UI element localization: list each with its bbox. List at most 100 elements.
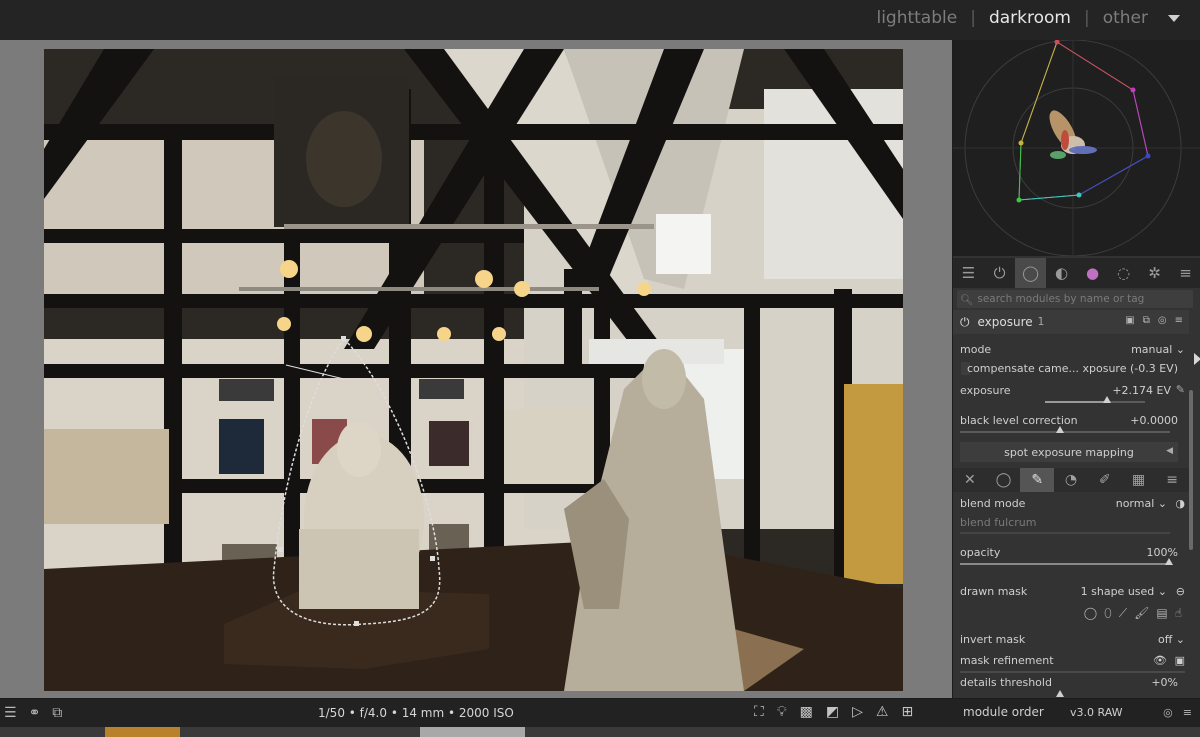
- brush-shape-icon[interactable]: 🖌︎: [1134, 606, 1149, 621]
- blend-fulcrum-slider[interactable]: blend fulcrum: [960, 516, 1185, 534]
- reset-icon[interactable]: ◎: [1158, 315, 1167, 326]
- right-panel-scrollbar[interactable]: [1189, 390, 1193, 550]
- blend-fulcrum-label: blend fulcrum: [960, 516, 1037, 529]
- mask-off-icon[interactable]: ✕: [953, 468, 987, 492]
- filmstrip-thumb[interactable]: [105, 727, 180, 737]
- exposure-slider[interactable]: exposure +2.174 EV ✎: [960, 383, 1185, 403]
- exposure-slider-handle[interactable]: [1103, 396, 1111, 403]
- black-level-handle[interactable]: [1056, 426, 1064, 433]
- right-panel: ☰ ⏻ ◯ ◐ ● ◌ ✲ ≡ 🔍︎ search modules by nam…: [952, 39, 1200, 698]
- black-level-track[interactable]: [960, 431, 1170, 433]
- view-darkroom[interactable]: darkroom: [987, 8, 1073, 28]
- mask-refinement-row[interactable]: mask refinement 👁︎ ▣: [960, 654, 1185, 673]
- raw-overexposed-icon[interactable]: ▩: [800, 704, 813, 720]
- edit-shapes-icon[interactable]: ☝︎: [1175, 606, 1182, 621]
- details-threshold-slider[interactable]: details threshold +0%: [960, 676, 1185, 697]
- parametric-mask-icon[interactable]: ◔: [1054, 468, 1088, 492]
- mode-row[interactable]: mode manual ⌄: [960, 343, 1185, 356]
- color-picker-icon[interactable]: ✎: [1176, 383, 1185, 396]
- opacity-slider[interactable]: opacity 100%: [960, 546, 1185, 565]
- exposure-value: +2.174 EV: [1112, 384, 1171, 397]
- module-power-icon[interactable]: ⏻: [960, 315, 970, 330]
- black-level-value: +0.0000: [1130, 414, 1178, 427]
- exposure-module-header[interactable]: ⏻ exposure 1 ▣ ⧉ ◎ ≡: [953, 310, 1189, 334]
- invert-mask-row[interactable]: invert mask off ⌄: [960, 633, 1185, 646]
- view-other[interactable]: other: [1101, 8, 1150, 28]
- view-separator: |: [970, 8, 976, 28]
- top-bar: lighttable | darkroom | other: [0, 0, 1200, 40]
- blend-mode-row[interactable]: blend mode normal ⌄ ◑: [960, 497, 1185, 510]
- search-placeholder: search modules by name or tag: [977, 293, 1145, 305]
- section-divider: [960, 671, 1185, 673]
- focus-peaking-icon[interactable]: ⛶: [754, 704, 764, 720]
- opacity-label: opacity: [960, 546, 1001, 559]
- circle-shape-icon[interactable]: ◯: [1084, 606, 1097, 621]
- presets-icon[interactable]: ≡: [1175, 315, 1183, 326]
- details-threshold-handle[interactable]: [1056, 690, 1064, 697]
- second-window-icon[interactable]: ⧉: [52, 705, 62, 721]
- expand-panel-arrow-icon[interactable]: [1194, 353, 1200, 365]
- path-shape-icon[interactable]: ⟋: [1119, 606, 1127, 621]
- drawn-parametric-mask-icon[interactable]: ✐: [1088, 468, 1122, 492]
- vectorscope: [953, 39, 1200, 257]
- module-order-value[interactable]: v3.0 RAW: [1070, 706, 1123, 719]
- presets-bottom-icon[interactable]: ≡: [1183, 706, 1192, 719]
- vectorscope-plot: [953, 39, 1200, 257]
- bottom-toolbar: ☰ ⚭ ⧉ 1/50 • f/4.0 • 14 mm • 2000 ISO ⛶ …: [0, 698, 1200, 727]
- opacity-value: 100%: [1146, 546, 1178, 559]
- ellipse-shape-icon[interactable]: ⬯: [1104, 606, 1112, 621]
- blend-mode-value[interactable]: normal ⌄: [1116, 497, 1167, 510]
- bottom-right-tools: ⛶ 💡︎ ▩ ◩ ▷ ⚠ ⊞: [754, 704, 913, 720]
- remove-mask-icon[interactable]: ⊖: [1176, 585, 1185, 598]
- mask-refinement-label: mask refinement: [960, 654, 1054, 667]
- collapse-arrow-icon[interactable]: ◀: [1166, 446, 1173, 456]
- blend-presets-icon[interactable]: ≡: [1155, 468, 1189, 492]
- drawn-mask-icon[interactable]: ✎: [1020, 468, 1055, 492]
- color-assessment-icon[interactable]: 💡︎: [777, 704, 787, 720]
- view-separator: |: [1083, 8, 1090, 28]
- gradient-shape-icon[interactable]: ▤: [1156, 606, 1167, 621]
- mask-toggle-icon[interactable]: ▣: [1125, 315, 1134, 326]
- tone-group-icon[interactable]: ◐: [1046, 258, 1077, 288]
- exif-info: 1/50 • f/4.0 • 14 mm • 2000 ISO: [318, 706, 514, 720]
- base-group-icon[interactable]: ◯: [1015, 258, 1046, 288]
- black-level-slider[interactable]: black level correction +0.0000: [960, 414, 1185, 433]
- photo-preview[interactable]: [44, 49, 903, 691]
- quick-access-icon[interactable]: ☰: [953, 258, 984, 288]
- color-group-icon[interactable]: ●: [1077, 258, 1108, 288]
- opacity-handle[interactable]: [1165, 558, 1173, 565]
- blend-fulcrum-track[interactable]: [960, 532, 1170, 534]
- spot-exposure-mapping-button[interactable]: spot exposure mapping ◀: [960, 442, 1178, 462]
- module-group-tabs: ☰ ⏻ ◯ ◐ ● ◌ ✲ ≡: [953, 258, 1200, 288]
- drawn-mask-value[interactable]: 1 shape used ⌄: [1081, 585, 1167, 598]
- uniform-mask-icon[interactable]: ◯: [987, 468, 1021, 492]
- gamut-check-icon[interactable]: ⚠: [876, 704, 889, 720]
- mode-value[interactable]: manual ⌄: [1131, 343, 1185, 356]
- invert-mask-value[interactable]: off ⌄: [1158, 633, 1185, 646]
- module-search-input[interactable]: 🔍︎ search modules by name or tag: [957, 290, 1193, 308]
- guides-icon[interactable]: ⊞: [901, 704, 913, 720]
- invert-mask-label: invert mask: [960, 633, 1026, 646]
- multi-instance-icon[interactable]: ⧉: [1143, 315, 1150, 326]
- presets-menu-icon[interactable]: ≡: [1170, 258, 1200, 288]
- show-mask-eye-icon[interactable]: 👁︎: [1153, 654, 1167, 667]
- menu-icon[interactable]: ☰: [4, 705, 17, 721]
- raster-mask-icon[interactable]: ▦: [1122, 468, 1156, 492]
- drawn-mask-row[interactable]: drawn mask 1 shape used ⌄ ⊖: [960, 585, 1185, 598]
- effect-group-icon[interactable]: ✲: [1139, 258, 1170, 288]
- blend-reverse-icon[interactable]: ◑: [1175, 497, 1185, 510]
- correct-group-icon[interactable]: ◌: [1108, 258, 1139, 288]
- reset-all-icon[interactable]: ◎: [1163, 706, 1173, 719]
- clipping-indicator-icon[interactable]: ◩: [826, 704, 839, 720]
- view-lighttable[interactable]: lighttable: [874, 8, 959, 28]
- views-dropdown-icon[interactable]: [1168, 14, 1180, 22]
- styles-icon[interactable]: ⚭: [29, 705, 41, 721]
- softproof-icon[interactable]: ▷: [852, 704, 863, 720]
- center-canvas[interactable]: [0, 40, 952, 698]
- filmstrip[interactable]: [0, 727, 1200, 737]
- active-modules-icon[interactable]: ⏻: [984, 258, 1015, 288]
- bottom-left-tools: ☰ ⚭ ⧉: [4, 705, 62, 721]
- display-mask-icon[interactable]: ▣: [1175, 654, 1185, 667]
- filmstrip-thumb-selected[interactable]: [420, 727, 525, 737]
- exposure-label: exposure: [960, 384, 1011, 397]
